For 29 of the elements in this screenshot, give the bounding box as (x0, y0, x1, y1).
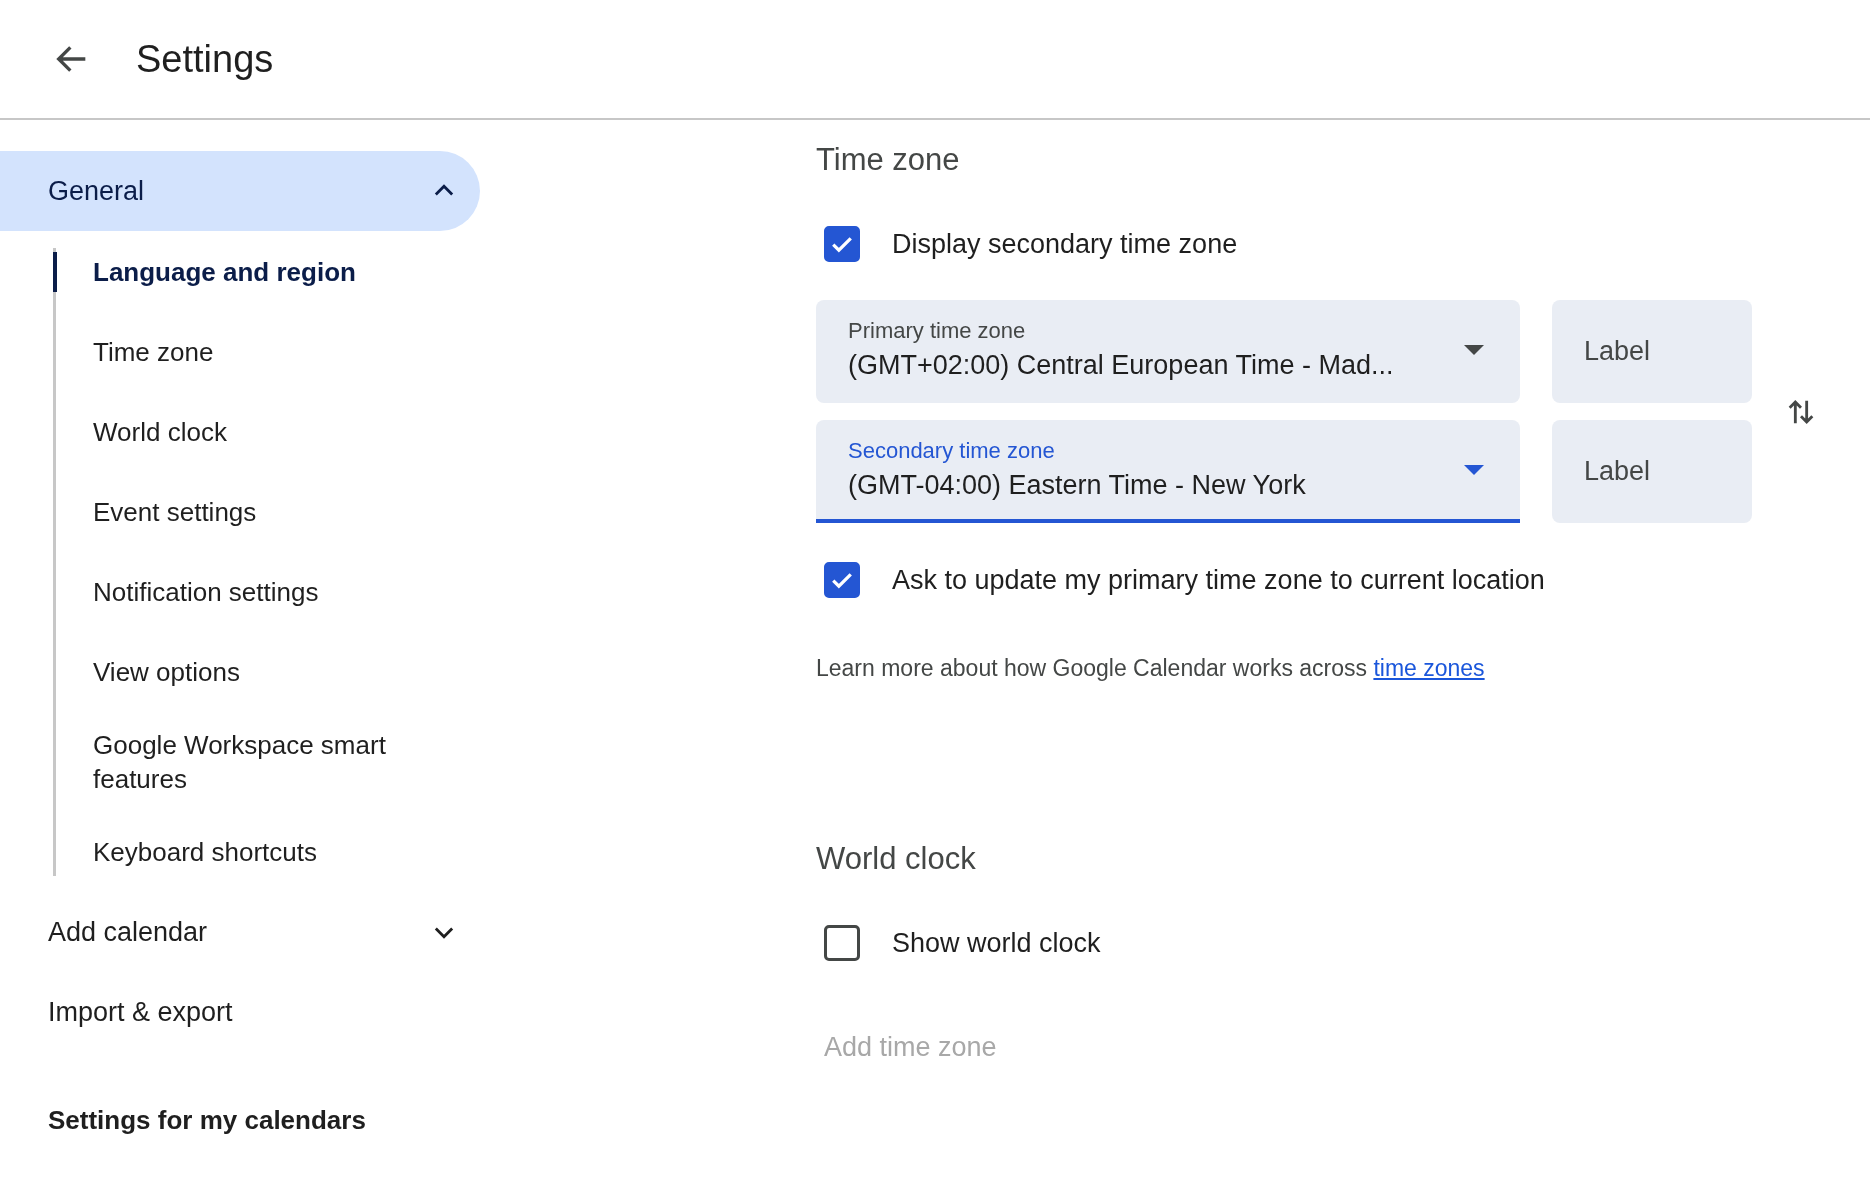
sidebar-subitem[interactable]: Time zone (53, 328, 480, 376)
time-zones-link[interactable]: time zones (1373, 655, 1485, 681)
sidebar-item[interactable]: Import & export (0, 972, 480, 1052)
help-text: Learn more about how Google Calendar works across time zones (816, 654, 1486, 683)
sidebar-item[interactable]: General (0, 151, 480, 231)
checkbox[interactable] (824, 562, 860, 598)
time-zone-dropdown[interactable]: Primary time zone (GMT+02:00) Central European Time - Mad... (816, 300, 1520, 403)
sidebar-subitem[interactable]: Language and region (53, 248, 480, 296)
caret-icon (1464, 344, 1484, 355)
section-heading: Settings for my calendars (48, 1104, 367, 1137)
sidebar-subitem[interactable]: View options (53, 648, 480, 696)
section-heading: World clock (816, 840, 977, 878)
checkbox-label: Display secondary time zone (892, 228, 1238, 260)
label-field[interactable]: Label (1552, 300, 1752, 403)
sidebar-subitem[interactable]: Keyboard shortcuts (53, 828, 480, 876)
caret-icon (1464, 464, 1484, 475)
section-heading: Time zone (816, 141, 961, 179)
page-title: Settings (136, 37, 274, 81)
checkbox-label: Show world clock (892, 927, 1101, 959)
sidebar-subitem[interactable]: World clock (53, 408, 480, 456)
checkbox[interactable] (824, 925, 860, 961)
sidebar-subitem[interactable]: Notification settings (53, 568, 480, 616)
sidebar-subitem[interactable]: Google Workspace smart features (53, 728, 480, 796)
checkbox-label: Ask to update my primary time zone to current location (892, 564, 1545, 596)
checkbox[interactable] (824, 226, 860, 262)
label-field[interactable]: Label (1552, 420, 1752, 523)
sidebar-item[interactable]: Add calendar (0, 892, 480, 972)
sidebar-subitem[interactable]: Event settings (53, 488, 480, 536)
time-zone-dropdown[interactable]: Secondary time zone (GMT-04:00) Eastern Time - New York (816, 420, 1520, 523)
